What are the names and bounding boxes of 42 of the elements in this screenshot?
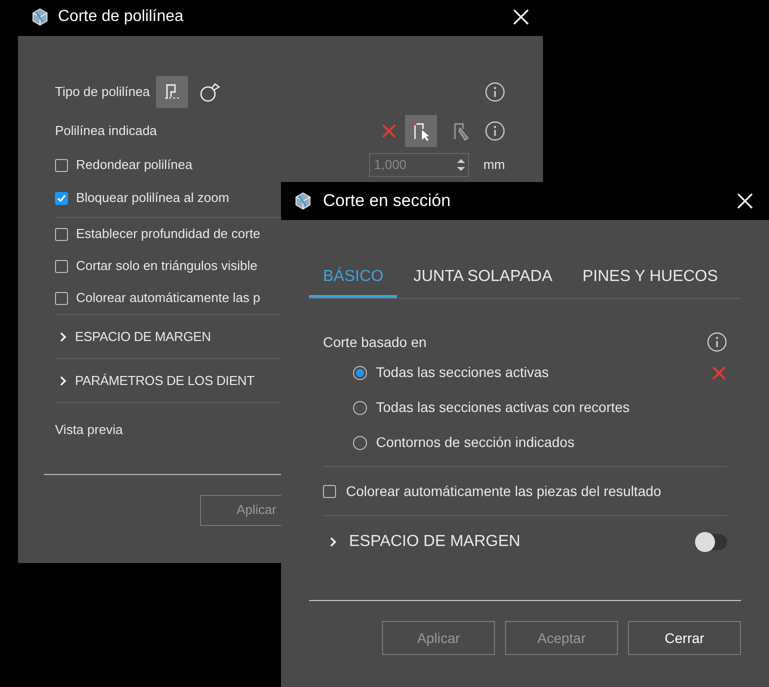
radio-label: Contornos de sección indicados [376, 433, 576, 452]
checkbox[interactable] [55, 192, 68, 204]
polyline-tool-button[interactable] [405, 115, 437, 147]
chevron-icon [59, 332, 67, 342]
radio-label: Todas las secciones activas [376, 363, 550, 382]
toggle-switch[interactable] [695, 534, 727, 550]
field-label: Corte basado en [323, 332, 427, 352]
polyline-type-button[interactable] [156, 76, 188, 108]
checkbox-label: Establecer profundidad de corte [76, 225, 260, 244]
checkbox[interactable] [323, 484, 336, 498]
field-label: Vista previa [55, 421, 124, 439]
field-label: Polilínea indicada [55, 122, 158, 140]
info-icon[interactable] [485, 121, 505, 141]
dialog-button[interactable]: Cerrar [628, 621, 741, 655]
checkbox[interactable] [55, 260, 68, 272]
lasso-icon [198, 81, 221, 103]
checkbox-label: Colorear automáticamente las p [76, 289, 260, 308]
section-header[interactable]: ESPACIO DE MARGEN [55, 315, 211, 358]
radio-label: Todas las secciones activas con recortes [376, 398, 631, 417]
info-icon[interactable] [707, 332, 727, 352]
window-title: Corte en sección [323, 190, 452, 212]
field-label: Tipo de polilínea [55, 83, 150, 102]
section-header[interactable]: PARÁMETROS DE LOS DIENT [55, 359, 254, 402]
checkbox-label: Cortar solo en triángulos visible [76, 257, 258, 276]
unit-label: mm [482, 156, 505, 174]
checkbox-label: Colorear automáticamente las piezas del resultado [346, 482, 662, 501]
cube-icon [30, 7, 50, 27]
radio-button[interactable] [353, 436, 367, 450]
checkbox-label: Redondear polilínea [76, 156, 194, 174]
checkbox[interactable] [55, 292, 68, 304]
radio-button[interactable] [353, 400, 367, 414]
chevron-icon [59, 376, 67, 386]
tab[interactable]: PINES Y HUECOS [568, 258, 732, 298]
section-header[interactable]: ESPACIO DE MARGEN [323, 530, 695, 554]
checkbox-label: Bloquear polilínea al zoom [76, 189, 230, 208]
radio-button[interactable] [353, 366, 367, 380]
cube-icon [293, 191, 313, 211]
tab[interactable]: JUNTA SOLAPADA [399, 258, 566, 298]
info-icon[interactable] [485, 82, 505, 102]
window-title: Corte de polilínea [58, 7, 184, 27]
chevron-icon [329, 537, 337, 547]
checkbox[interactable] [55, 228, 68, 240]
